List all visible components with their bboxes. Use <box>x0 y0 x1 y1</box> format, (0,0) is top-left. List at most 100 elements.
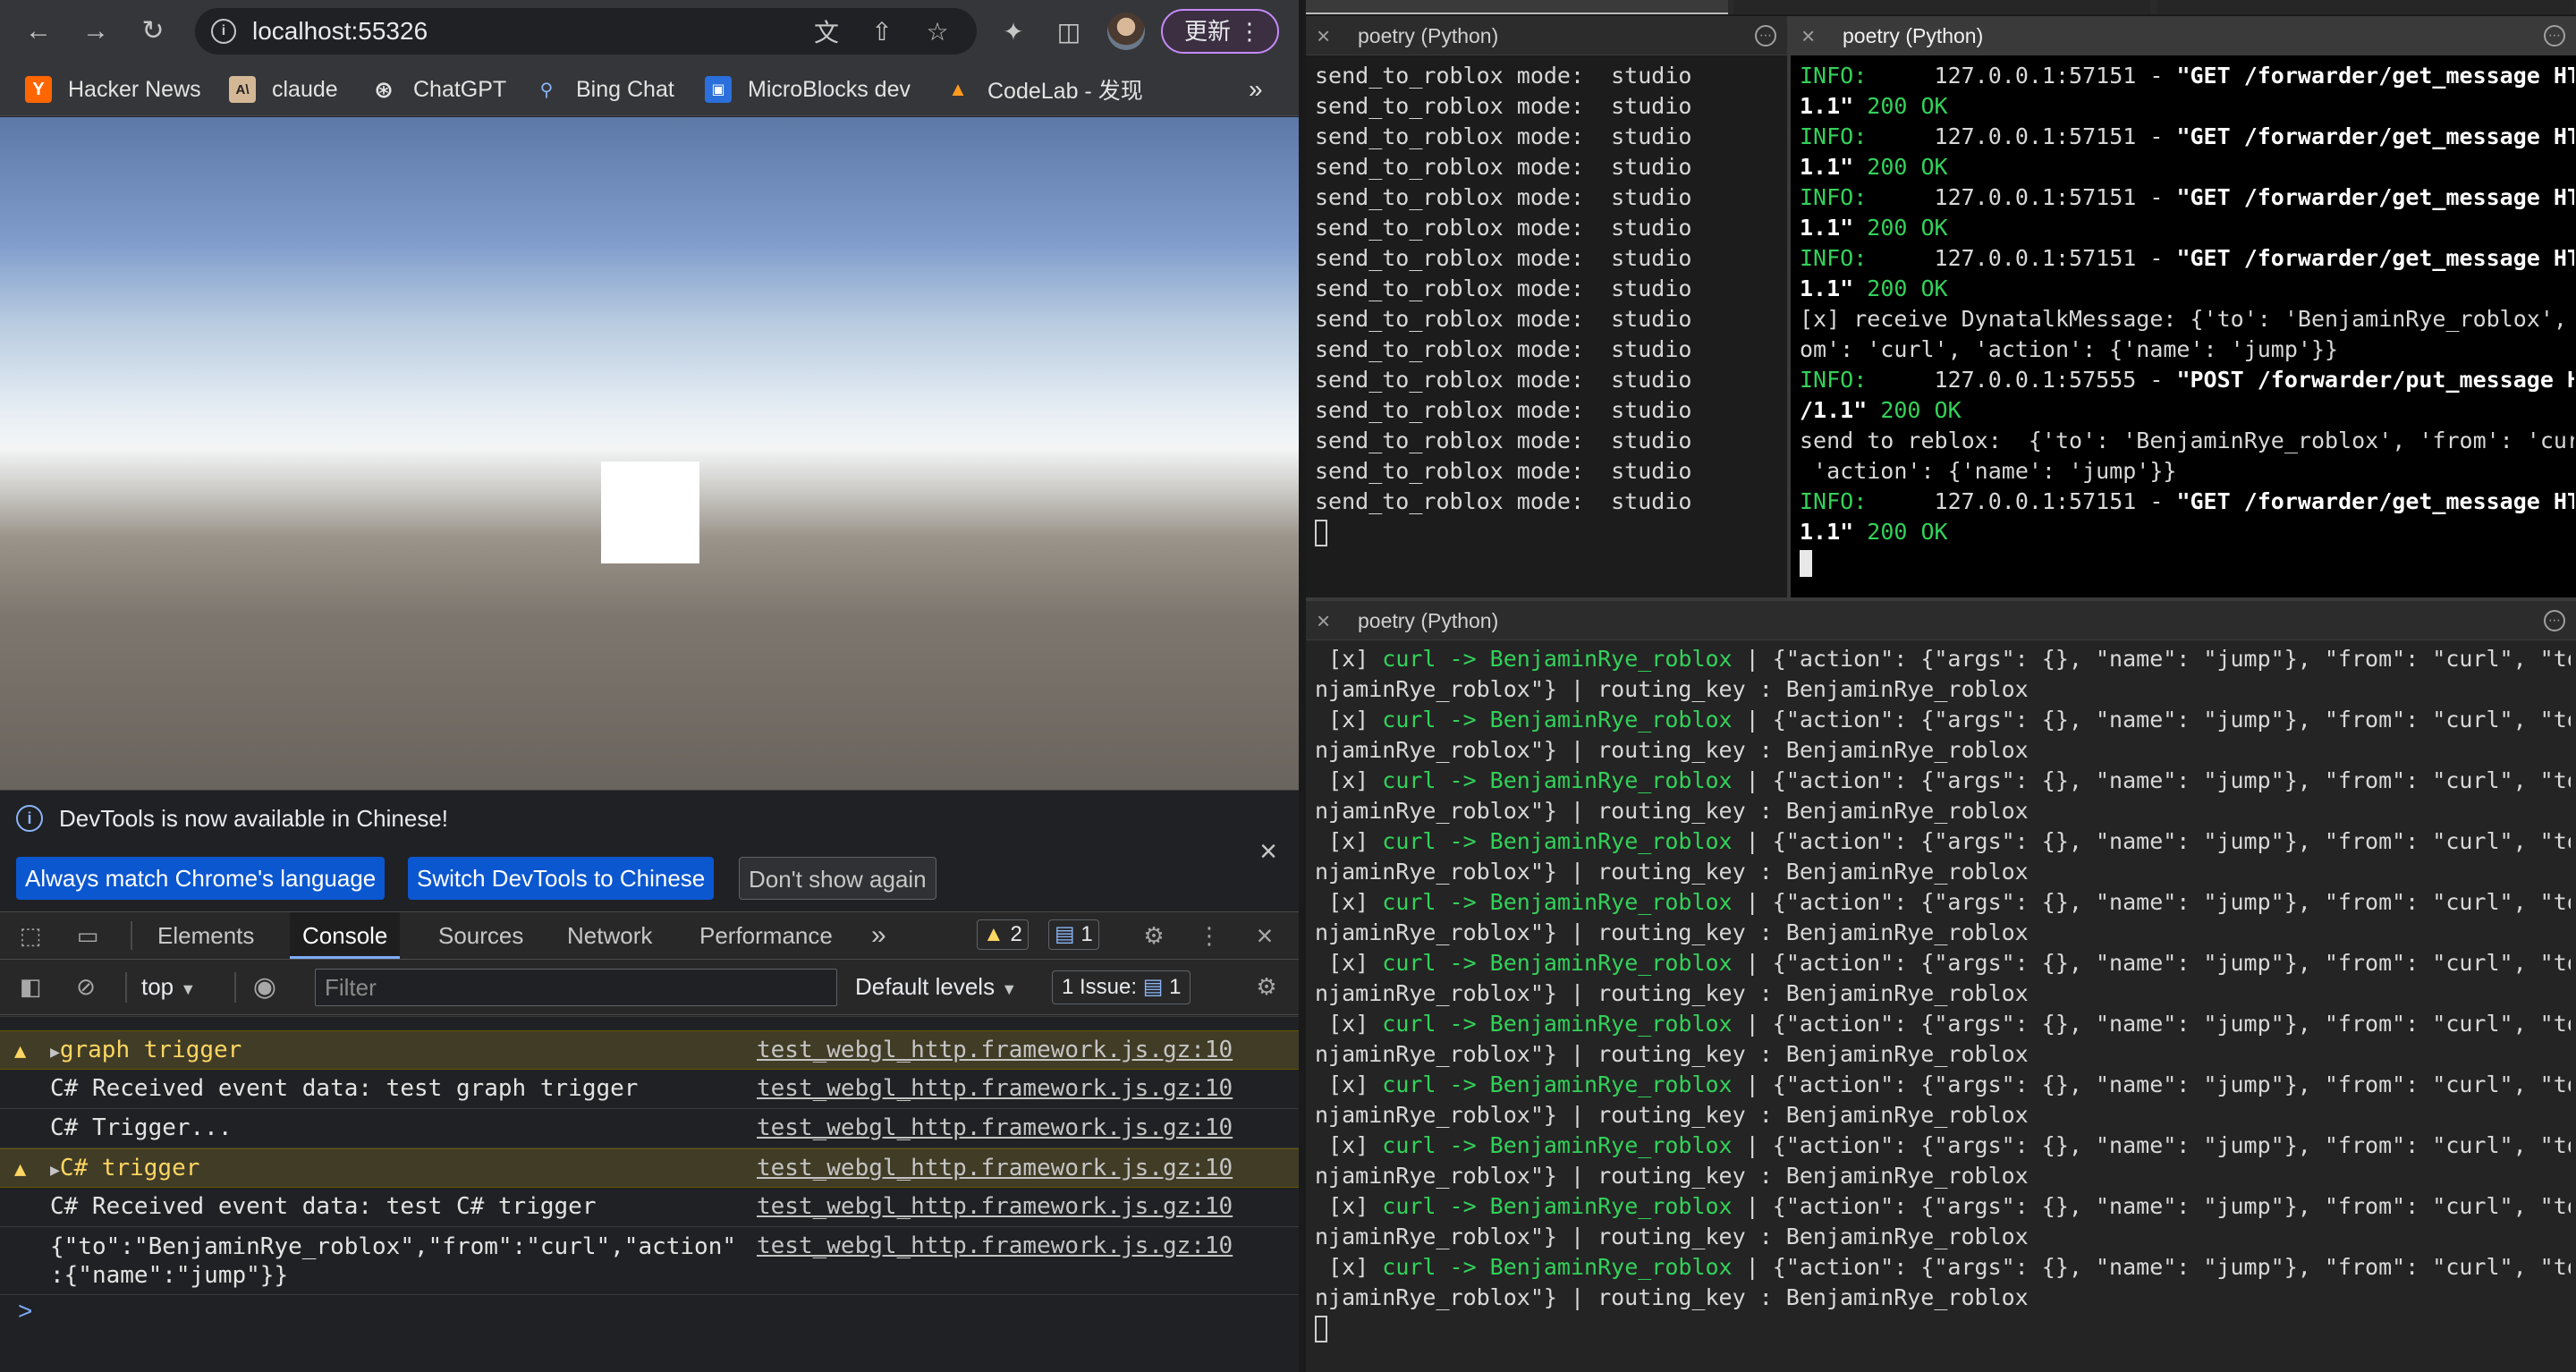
bookmark-microblocks[interactable]: ▣ MicroBlocks dev <box>705 63 911 116</box>
live-expression-eye-icon[interactable]: ◉ <box>247 969 283 1004</box>
console-source-link[interactable]: test_webgl_http.framework.js.gz:10 <box>757 1193 1233 1220</box>
dropdown-arrow-icon: ▼ <box>180 980 197 998</box>
dont-show-again-button[interactable]: Don't show again <box>739 857 936 900</box>
console-source-link[interactable]: test_webgl_http.framework.js.gz:10 <box>757 1232 1233 1259</box>
pane-menu-icon[interactable]: ⋯ <box>2544 610 2565 631</box>
console-output[interactable]: ▲ ▶graph trigger test_webgl_http.framewo… <box>0 1015 1299 1372</box>
console-source-link[interactable]: test_webgl_http.framework.js.gz:10 <box>757 1037 1233 1063</box>
tab-sources[interactable]: Sources <box>426 912 536 959</box>
context-selector[interactable]: top ▼ <box>141 969 196 1007</box>
expand-arrow-icon[interactable]: ▶ <box>50 1043 60 1062</box>
back-icon[interactable]: ← <box>20 13 57 50</box>
bookmark-claude[interactable]: A\ claude <box>229 63 338 116</box>
pane-header: × poetry (Python) ⋯ <box>1306 601 2576 640</box>
log-level: INFO: <box>1800 63 1868 89</box>
console-settings-gear-icon[interactable]: ⚙ <box>1249 969 1284 1004</box>
bookmark-hacker-news[interactable]: Y Hacker News <box>25 63 201 116</box>
console-source-link[interactable]: test_webgl_http.framework.js.gz:10 <box>757 1114 1233 1141</box>
routing-payload: | {"action": {"args": {}, "name": "jump"… <box>1732 707 2571 733</box>
console-row[interactable]: C# Received event data: test C# trigger … <box>0 1188 1299 1227</box>
device-toolbar-icon[interactable]: ▭ <box>70 918 106 953</box>
routing-payload: | {"action": {"args": {}, "name": "jump"… <box>1732 1071 2571 1097</box>
output-line: send_to_roblox mode: studio <box>1315 275 1692 301</box>
issues-button[interactable]: 1 Issue: ▤ 1 <box>1052 970 1191 1004</box>
bookmark-chatgpt[interactable]: ⊛ ChatGPT <box>370 63 506 116</box>
tab-network[interactable]: Network <box>555 912 665 959</box>
close-icon[interactable]: × <box>1250 834 1286 869</box>
routing-line-cont: njaminRye_roblox"} | routing_key : Benja… <box>1315 676 2029 702</box>
bookmarks-overflow-button[interactable]: » <box>1249 63 1263 116</box>
message-icon: ▤ <box>1055 922 1075 946</box>
request-line: 1.1" <box>1800 519 1854 545</box>
console-row[interactable]: {"to":"BenjaminRye_roblox","from":"curl"… <box>0 1227 1299 1295</box>
console-filter-bar: ◧ ⊘ top ▼ ◉ Filter Default levels ▼ 1 Is… <box>0 960 1299 1015</box>
terminal-pane-left[interactable]: × poetry (Python) ⋯ send_to_roblox mode:… <box>1306 16 1787 597</box>
close-devtools-icon[interactable]: × <box>1247 918 1283 953</box>
routing-line-cont: njaminRye_roblox"} | routing_key : Benja… <box>1315 1041 2029 1067</box>
routing-prefix: [x] <box>1315 1011 1383 1037</box>
message-count-badge[interactable]: ▤ 1 <box>1048 919 1099 950</box>
routing-line-cont: njaminRye_roblox"} | routing_key : Benja… <box>1315 798 2029 824</box>
inspect-element-icon[interactable]: ⬚ <box>13 918 48 953</box>
console-source-link[interactable]: test_webgl_http.framework.js.gz:10 <box>757 1155 1233 1181</box>
warning-count-badge[interactable]: ▲ 2 <box>977 919 1029 950</box>
output-line: send_to_roblox mode: studio <box>1315 123 1692 149</box>
tab-elements[interactable]: Elements <box>145 912 267 959</box>
bookmark-codelab[interactable]: ▲ CodeLab - 发现 <box>945 63 1143 116</box>
routing-path: curl -> BenjaminRye_roblox <box>1382 1132 1733 1158</box>
pane-menu-icon[interactable]: ⋯ <box>1755 25 1776 47</box>
sidebar-toggle-icon[interactable]: ◧ <box>13 969 48 1004</box>
always-match-language-button[interactable]: Always match Chrome's language <box>16 857 386 900</box>
routing-prefix: [x] <box>1315 889 1383 915</box>
update-button[interactable]: 更新 ⋮ <box>1161 9 1279 54</box>
microblocks-icon: ▣ <box>705 76 732 103</box>
client-address: 127.0.0.1:57151 - <box>1867 63 2177 89</box>
share-icon[interactable]: ⇧ <box>866 15 898 47</box>
more-tabs-button[interactable]: » <box>859 912 899 959</box>
close-pane-icon[interactable]: × <box>1317 601 1330 640</box>
side-panel-icon[interactable]: ◫ <box>1050 13 1088 50</box>
forward-icon[interactable]: → <box>77 13 114 50</box>
settings-gear-icon[interactable]: ⚙ <box>1136 918 1172 953</box>
terminal-pane-bottom[interactable]: × poetry (Python) ⋯ [x] curl -> Benjamin… <box>1306 601 2576 1372</box>
switch-to-chinese-button[interactable]: Switch DevTools to Chinese <box>408 857 715 900</box>
close-pane-icon[interactable]: × <box>1317 16 1330 55</box>
tab-console[interactable]: Console <box>290 912 401 959</box>
console-row[interactable]: C# Received event data: test graph trigg… <box>0 1070 1299 1109</box>
terminal-tab[interactable] <box>2157 0 2574 14</box>
console-prompt[interactable]: > <box>18 1297 32 1325</box>
routing-payload: | {"action": {"args": {}, "name": "jump"… <box>1732 1011 2571 1037</box>
request-line: "GET /forwarder/get_message HTTP/ <box>2176 123 2574 149</box>
routing-line-cont: njaminRye_roblox"} | routing_key : Benja… <box>1315 1102 2029 1128</box>
terminal-tab[interactable] <box>1733 0 2150 14</box>
log-levels-dropdown[interactable]: Default levels ▼ <box>855 969 1017 1007</box>
reload-icon[interactable]: ↻ <box>134 13 172 50</box>
console-row[interactable]: ▲ ▶graph trigger test_webgl_http.framewo… <box>0 1030 1299 1070</box>
console-row[interactable]: ▲ ▶C# trigger test_webgl_http.framework.… <box>0 1148 1299 1188</box>
bookmark-bing-chat[interactable]: ⚲ Bing Chat <box>533 63 674 116</box>
bookmark-star-icon[interactable]: ☆ <box>921 15 953 47</box>
webgl-canvas[interactable] <box>0 117 1299 790</box>
pane-menu-icon[interactable]: ⋯ <box>2544 25 2565 47</box>
terminal-pane-right[interactable]: × poetry (Python) ⋯ INFO: 127.0.0.1:5715… <box>1791 16 2576 597</box>
url-text[interactable]: localhost:55326 <box>252 8 428 55</box>
expand-arrow-icon[interactable]: ▶ <box>50 1161 60 1180</box>
terminal-tab-active[interactable] <box>1306 0 1728 14</box>
translate-icon[interactable]: 文 <box>810 15 843 47</box>
warning-icon: ▲ <box>983 922 1004 946</box>
kebab-menu-icon[interactable]: ⋮ <box>1191 918 1227 953</box>
filter-input[interactable]: Filter <box>315 969 837 1006</box>
routing-line: [x] curl -> BenjaminRye_roblox | {"actio… <box>1315 1070 2571 1100</box>
extensions-icon[interactable]: ✦ <box>995 13 1032 50</box>
console-row[interactable]: C# Trigger... test_webgl_http.framework.… <box>0 1109 1299 1148</box>
tab-performance[interactable]: Performance <box>687 912 845 959</box>
request-line: "GET /forwarder/get_message HTTP/ <box>2176 488 2574 514</box>
address-bar[interactable]: i localhost:55326 文 ⇧ ☆ <box>195 8 977 55</box>
close-pane-icon[interactable]: × <box>1801 16 1815 55</box>
routing-payload: | {"action": {"args": {}, "name": "jump"… <box>1732 646 2571 672</box>
profile-avatar[interactable] <box>1107 13 1145 50</box>
site-info-icon[interactable]: i <box>211 19 236 44</box>
console-source-link[interactable]: test_webgl_http.framework.js.gz:10 <box>757 1075 1233 1102</box>
routing-line: [x] curl -> BenjaminRye_roblox | {"actio… <box>1315 705 2571 735</box>
clear-console-icon[interactable]: ⊘ <box>68 969 104 1004</box>
